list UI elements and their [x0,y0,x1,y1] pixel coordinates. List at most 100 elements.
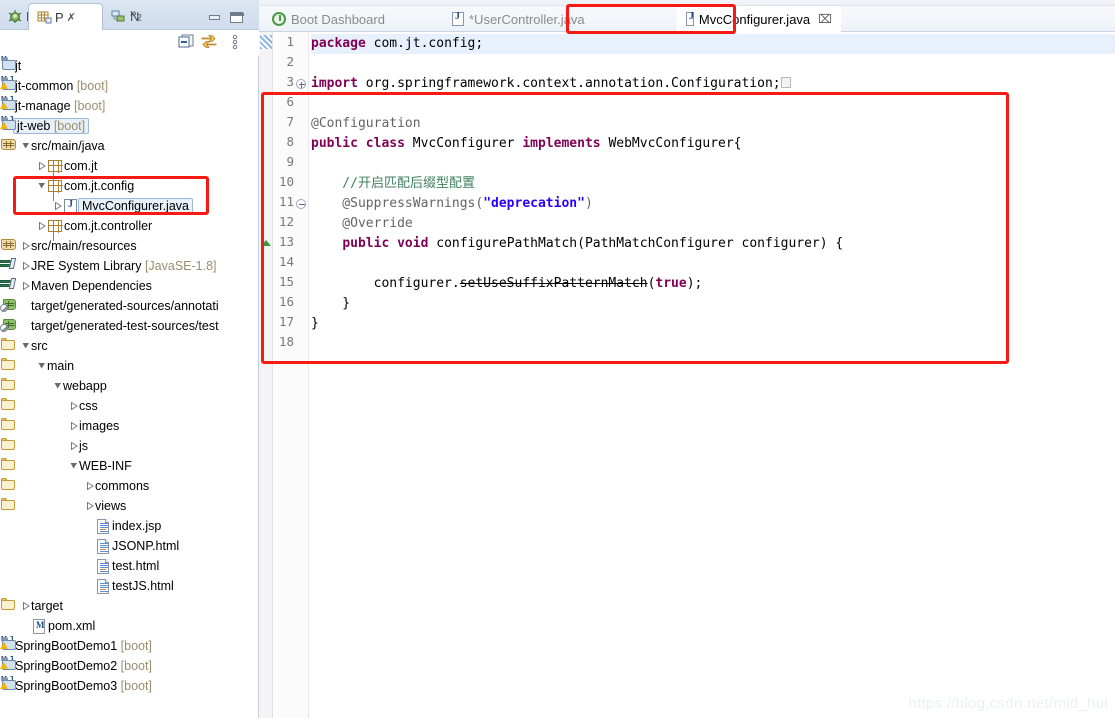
expand-arrow-closed[interactable] [68,436,79,456]
line-number: 17 [278,314,294,329]
tree-item-com-jt-config[interactable]: com.jt.config [0,176,258,196]
fold-expand-icon[interactable] [296,79,307,90]
editor-tab-usercontroller[interactable]: J *UserController.java [443,6,659,32]
expand-arrow-open[interactable] [52,376,63,396]
minimize-button[interactable] [208,12,221,23]
expand-arrow-open[interactable] [36,356,47,376]
tree-item-src-main-java[interactable]: src/main/java [0,136,258,156]
tree-item-target-generated-sources[interactable]: target/generated-sources/annotati [0,296,258,316]
tab-package-explorer[interactable]: P ✗ [28,3,103,30]
line-number: 18 [278,334,294,349]
tree-item-web-inf[interactable]: WEB-INF [0,456,258,476]
expand-arrow-open[interactable] [36,176,47,196]
tree-item-jre-system-library[interactable]: JRE System Library [JavaSE-1.8] [0,256,258,276]
watermark: https://blog.csdn.net/mid_hui [908,695,1108,712]
tree-item-src[interactable]: src [0,336,258,356]
web-file-icon [95,538,112,554]
tree-item-testjs-html[interactable]: testJS.html [0,576,258,596]
tree-item-springbootdemo3[interactable]: MJSpringBootDemo3 [boot] [0,675,258,696]
tree-item-label: index.jsp [112,519,162,533]
tree-item-label: SpringBootDemo2 [15,659,118,673]
tree-item-webapp[interactable]: webapp [0,376,258,396]
maven-project-icon: MJ [0,115,17,131]
expand-arrow-open[interactable] [20,136,31,156]
expand-arrow-closed[interactable] [68,416,79,436]
expand-arrow-closed[interactable] [20,596,31,616]
link-with-editor-icon[interactable] [200,34,220,52]
maven-project-icon: M [0,56,17,71]
web-file-icon [95,518,112,534]
expand-arrow-open[interactable] [68,456,79,476]
folder-icon [0,478,17,491]
tree-item-main[interactable]: main [0,356,258,376]
folder-icon [0,358,17,371]
tree-item-mvcconfigurer-java[interactable]: J MvcConfigurer.java [0,196,258,216]
tree-item-maven-dependencies[interactable]: Maven Dependencies [0,276,258,296]
collapse-all-icon[interactable] [178,34,198,52]
expand-arrow-closed[interactable] [20,276,31,296]
editor-tab-mvcconfigurer[interactable]: J MvcConfigurer.java ⌧ [677,6,841,32]
package-icon [47,178,64,194]
tree-item-index-jsp[interactable]: index.jsp [0,516,258,536]
line-number: 2 [286,54,294,69]
expand-arrow-closed[interactable] [84,476,95,496]
close-icon[interactable]: ✗ [67,11,76,24]
tree-item-commons[interactable]: commons [0,476,258,496]
tree-item-jt-common[interactable]: MJjt-common [boot] [0,75,258,96]
tree-item-label: SpringBootDemo3 [15,679,118,693]
expand-arrow-closed[interactable] [84,496,95,516]
tree-item-css[interactable]: css [0,396,258,416]
view-tab-overflow[interactable]: »2 [130,6,142,22]
code-line: package com.jt.config; [311,34,1115,54]
source-code[interactable]: package com.jt.config; import org.spring… [311,32,1115,718]
java-file-icon: J [63,198,80,214]
collapsed-imports-box[interactable] [780,77,791,88]
code-token: configurePathMatch(PathMatchConfigurer c… [428,236,844,251]
tree-item-views[interactable]: views [0,496,258,516]
tree-item-com-jt-controller[interactable]: com.jt.controller [0,216,258,236]
tree-item-src-main-resources[interactable]: src/main/resources [0,236,258,256]
folder-icon [0,338,17,351]
tree-item-label: src/main/resources [31,239,137,253]
code-line: import org.springframework.context.annot… [311,74,791,94]
eclipse-ide-window: D P ✗ [0,0,1115,718]
expand-arrow-open[interactable] [20,336,31,356]
fold-collapse-icon[interactable] [296,199,307,210]
tree-item-target[interactable]: target [0,596,258,616]
tree-item-jt[interactable]: Mjt [0,56,258,76]
editor-tab-boot-dashboard[interactable]: Boot Dashboard [263,6,415,32]
editor-body[interactable]: 1 2 3 6 7 8 9 10 11 12 13 14 15 16 17 18 package com.jt… [259,32,1115,718]
code-line: @Configuration [311,114,421,134]
tree-item-jt-web[interactable]: MJjt-web [boot] [0,115,258,136]
boot-dashboard-icon [272,12,286,26]
tree-item-jsonp-html[interactable]: JSONP.html [0,536,258,556]
maximize-button[interactable] [230,12,244,23]
expand-arrow-closed[interactable] [36,216,47,236]
overflow-chevron: » [130,6,137,20]
tree-item-jt-manage[interactable]: MJjt-manage [boot] [0,95,258,116]
code-token: //开启匹配后缀型配置 [311,176,475,191]
expand-arrow-closed[interactable] [20,236,31,256]
view-menu-icon[interactable] [228,34,248,52]
tree-item-js[interactable]: js [0,436,258,456]
close-tab-icon[interactable]: ⌧ [818,12,832,26]
tree-item-target-generated-test-sources[interactable]: target/generated-test-sources/test [0,316,258,336]
tree-item-pom-xml[interactable]: Mpom.xml [0,616,258,636]
tree-item-com-jt[interactable]: com.jt [0,156,258,176]
bug-icon [7,9,23,24]
expand-arrow-closed[interactable] [20,256,31,276]
tree-item-springbootdemo2[interactable]: MJSpringBootDemo2 [boot] [0,655,258,676]
expand-arrow-closed[interactable] [36,156,47,176]
tree-item-label: Maven Dependencies [31,279,152,293]
expand-arrow-closed[interactable] [52,196,63,216]
tree-item-images[interactable]: images [0,416,258,436]
code-line: @Override [311,214,412,234]
code-line: public void configurePathMatch(PathMatch… [311,234,843,254]
expand-arrow-closed[interactable] [68,396,79,416]
code-token: implements [522,136,601,151]
tree-item-springbootdemo1[interactable]: MJSpringBootDemo1 [boot] [0,635,258,656]
project-tree[interactable]: MjtMJjt-common [boot]MJjt-manage [boot]M… [0,56,258,718]
tree-item-test-html[interactable]: test.html [0,556,258,576]
